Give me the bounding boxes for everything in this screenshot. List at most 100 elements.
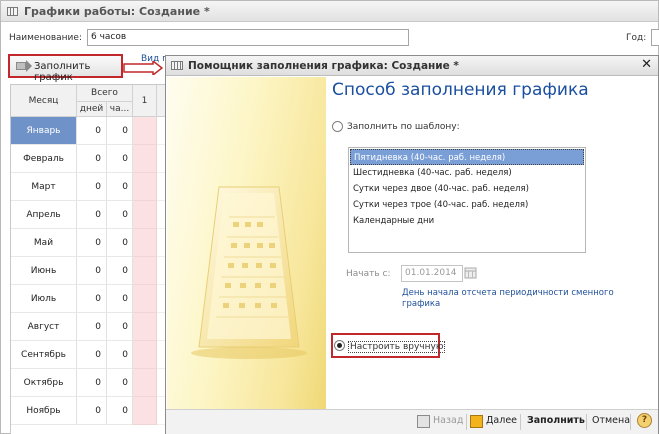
table-row[interactable]: Ноябрь 0 0	[11, 397, 166, 425]
table-row[interactable]: Сентябрь 0 0	[11, 341, 166, 369]
month-cell[interactable]: Ноябрь	[11, 397, 77, 425]
day-cell[interactable]	[133, 285, 157, 313]
list-item[interactable]: Пятидневка (40-час. раб. неделя)	[350, 149, 584, 165]
separator	[466, 414, 467, 430]
day-cell[interactable]	[133, 313, 157, 341]
fill-schedule-button[interactable]: Заполнить график	[8, 54, 123, 83]
window-title: Графики работы: Создание *	[24, 5, 210, 18]
hours-cell[interactable]: 0	[107, 173, 133, 201]
days-cell[interactable]: 0	[77, 285, 107, 313]
hours-cell[interactable]: 0	[107, 285, 133, 313]
column-header-month[interactable]: Месяц	[11, 85, 77, 117]
days-cell[interactable]: 0	[77, 369, 107, 397]
template-list[interactable]: Пятидневка (40-час. раб. неделя) Шестидн…	[348, 147, 586, 253]
close-icon[interactable]: ✕	[641, 57, 652, 72]
month-cell[interactable]: Август	[11, 313, 77, 341]
fill-button[interactable]: Заполнить	[527, 415, 585, 426]
list-item[interactable]: Шестидневка (40-час. раб. неделя)	[350, 165, 584, 181]
start-date-label: Начать с:	[346, 269, 391, 279]
day-cell[interactable]	[133, 229, 157, 257]
hours-cell[interactable]: 0	[107, 257, 133, 285]
hours-cell[interactable]: 0	[107, 397, 133, 425]
calendar-illustration-icon	[191, 186, 307, 359]
hours-cell[interactable]: 0	[107, 117, 133, 145]
help-icon[interactable]: ?	[637, 413, 652, 428]
hours-cell[interactable]: 0	[107, 229, 133, 257]
list-item[interactable]: Сутки через двое (40-час. раб. неделя)	[350, 181, 584, 197]
next-arrow-icon	[470, 415, 483, 428]
separator	[586, 414, 587, 430]
table-row[interactable]: Июнь 0 0	[11, 257, 166, 285]
hours-cell[interactable]: 0	[107, 201, 133, 229]
hours-cell[interactable]: 0	[107, 341, 133, 369]
name-label: Наименование:	[9, 33, 82, 43]
back-button[interactable]: Назад	[433, 415, 463, 426]
table-row[interactable]: Октябрь 0 0	[11, 369, 166, 397]
table-row[interactable]: Июль 0 0	[11, 285, 166, 313]
month-cell[interactable]: Сентябрь	[11, 341, 77, 369]
days-cell[interactable]: 0	[77, 173, 107, 201]
days-cell[interactable]: 0	[77, 257, 107, 285]
dialog-titlebar: Помощник заполнения графика: Создание * …	[166, 56, 658, 76]
start-date-hint: День начала отсчета периодичности сменно…	[402, 288, 614, 309]
days-cell[interactable]: 0	[77, 397, 107, 425]
month-cell[interactable]: Октябрь	[11, 369, 77, 397]
day-cell[interactable]	[133, 341, 157, 369]
start-date-input[interactable]: 01.01.2014	[401, 265, 463, 282]
month-cell[interactable]: Июнь	[11, 257, 77, 285]
month-cell[interactable]: Январь	[11, 117, 77, 145]
hours-cell[interactable]: 0	[107, 369, 133, 397]
month-cell[interactable]: Май	[11, 229, 77, 257]
template-option-radio[interactable]	[332, 121, 343, 132]
table-row[interactable]: Февраль 0 0	[11, 145, 166, 173]
fill-assistant-dialog: Помощник заполнения графика: Создание * …	[165, 55, 659, 434]
column-header-days[interactable]: дней	[77, 102, 107, 117]
day-cell[interactable]	[133, 145, 157, 173]
column-header-day-1[interactable]: 1	[133, 85, 157, 117]
day-cell[interactable]	[133, 201, 157, 229]
days-cell[interactable]: 0	[77, 201, 107, 229]
table-row[interactable]: Март 0 0	[11, 173, 166, 201]
day-cell[interactable]	[133, 369, 157, 397]
calendar-icon[interactable]	[464, 265, 477, 282]
dialog-heading: Способ заполнения графика	[332, 80, 589, 100]
day-cell[interactable]	[133, 117, 157, 145]
year-input[interactable]	[651, 29, 659, 46]
table-row[interactable]: Май 0 0	[11, 229, 166, 257]
month-cell[interactable]: Февраль	[11, 145, 77, 173]
month-cell[interactable]: Март	[11, 173, 77, 201]
table-row[interactable]: Август 0 0	[11, 313, 166, 341]
form-icon	[171, 61, 183, 70]
manual-option-radio[interactable]	[334, 340, 345, 351]
days-cell[interactable]: 0	[77, 229, 107, 257]
fill-schedule-label: Заполнить график	[34, 61, 91, 83]
year-label: Год:	[626, 33, 647, 43]
days-cell[interactable]: 0	[77, 145, 107, 173]
list-item[interactable]: Календарные дни	[350, 213, 584, 229]
manual-option-label[interactable]: Настроить вручную	[348, 341, 446, 353]
day-cell[interactable]	[133, 173, 157, 201]
day-cell[interactable]	[133, 257, 157, 285]
days-cell[interactable]: 0	[77, 117, 107, 145]
column-header-total[interactable]: Всего	[77, 85, 133, 102]
column-header-hours[interactable]: ча...	[107, 102, 133, 117]
dialog-button-bar: Назад Далее Заполнить Отмена ?	[166, 409, 658, 434]
template-option-label[interactable]: Заполнить по шаблону:	[347, 122, 460, 132]
month-cell[interactable]: Июль	[11, 285, 77, 313]
days-cell[interactable]: 0	[77, 341, 107, 369]
month-cell[interactable]: Апрель	[11, 201, 77, 229]
list-item[interactable]: Сутки через трое (40-час. раб. неделя)	[350, 197, 584, 213]
table-row[interactable]: Январь 0 0	[11, 117, 166, 145]
hours-cell[interactable]: 0	[107, 313, 133, 341]
name-input[interactable]: 6 часов	[87, 29, 409, 46]
table-row[interactable]: Апрель 0 0	[11, 201, 166, 229]
hours-cell[interactable]: 0	[107, 145, 133, 173]
days-cell[interactable]: 0	[77, 313, 107, 341]
separator	[520, 414, 521, 430]
window-titlebar: Графики работы: Создание *	[1, 1, 658, 22]
day-cell[interactable]	[133, 397, 157, 425]
wizard-illustration	[167, 77, 326, 409]
form-icon	[7, 7, 18, 16]
next-button[interactable]: Далее	[486, 415, 517, 426]
cancel-button[interactable]: Отмена	[592, 415, 630, 426]
